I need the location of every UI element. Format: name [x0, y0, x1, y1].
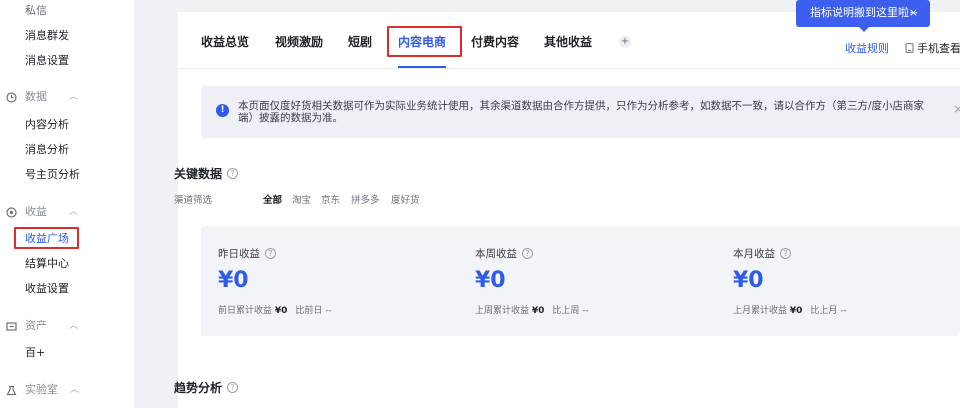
- tab-video-incentive[interactable]: 视频激励: [275, 34, 323, 50]
- card-value: ¥0: [475, 268, 506, 293]
- help-icon[interactable]: ?: [227, 168, 239, 179]
- phone-view-button[interactable]: 手机查看: [905, 40, 960, 56]
- card-label: 本周收益?: [475, 246, 533, 261]
- weekly-revenue-card: 本周收益? ¥0 上周累计收益 ¥0 比上周 --: [458, 226, 724, 336]
- sidebar-item-message-settings[interactable]: 消息设置: [25, 54, 69, 68]
- help-icon[interactable]: ?: [522, 248, 533, 259]
- info-icon: !: [216, 104, 229, 117]
- filter-taobao[interactable]: 淘宝: [292, 192, 311, 206]
- sidebar-item-content-analysis[interactable]: 内容分析: [25, 118, 69, 132]
- card-sub: 上月累计收益 ¥0 比上月 --: [733, 306, 847, 316]
- filter-jd[interactable]: 京东: [321, 192, 340, 206]
- sidebar-item-homepage-analysis[interactable]: 号主页分析: [25, 168, 80, 182]
- lab-icon: [5, 384, 17, 396]
- card-label: 本月收益?: [733, 246, 791, 261]
- clock-icon: [5, 91, 17, 103]
- sidebar-group-label: 数据: [25, 90, 47, 103]
- sidebar-group-assets[interactable]: 资产 ︿: [5, 319, 78, 333]
- main-panel: 收益总览 视频激励 短剧 内容电商 付费内容 其他收益 + 收益规则 手机查看 …: [174, 0, 960, 408]
- phone-icon: [905, 43, 914, 53]
- notice-text: 本页面仅度好货相关数据可作为实际业务统计使用，其余渠道数据由合作方提供，只作为分…: [238, 100, 925, 124]
- card-label: 昨日收益?: [218, 246, 276, 261]
- filter-all[interactable]: 全部: [263, 192, 282, 206]
- wallet-icon: [5, 320, 17, 332]
- sidebar-item-mass-message[interactable]: 消息群发: [25, 29, 69, 43]
- sidebar-item-settlement-center[interactable]: 结算中心: [25, 257, 69, 271]
- sidebar-item-private-message[interactable]: 私信: [25, 4, 47, 18]
- sidebar: 私信 消息群发 消息设置 数据 ︿ 内容分析 消息分析 号主页分析 收益 ︿ 收…: [0, 0, 134, 408]
- chevron-up-icon: ︿: [69, 207, 79, 217]
- active-tab-underline: [398, 66, 446, 68]
- revenue-rules-link[interactable]: 收益规则: [845, 40, 889, 56]
- tab-bar: 收益总览 视频激励 短剧 内容电商 付费内容 其他收益 + 收益规则 手机查看 …: [178, 0, 960, 69]
- sidebar-group-revenue[interactable]: 收益 ︿: [5, 205, 78, 219]
- metric-tooltip: 指标说明搬到这里啦~ ×: [796, 0, 930, 32]
- tab-paid-content[interactable]: 付费内容: [471, 34, 519, 50]
- chevron-up-icon: ︿: [69, 92, 79, 102]
- sidebar-group-label: 收益: [25, 205, 47, 218]
- filter-duhaohuo[interactable]: 度好货: [391, 192, 420, 206]
- yesterday-revenue-card: 昨日收益? ¥0 前日累计收益 ¥0 比前日 --: [201, 226, 467, 336]
- chevron-up-icon: ︿: [69, 321, 79, 331]
- chevron-up-icon: ︿: [70, 385, 80, 395]
- close-icon[interactable]: ×: [909, 0, 918, 26]
- key-data-title-text: 关键数据: [174, 167, 223, 181]
- sidebar-item-bai-plus[interactable]: 百+: [25, 346, 45, 360]
- channel-filter-label: 渠道筛选: [174, 195, 213, 206]
- highlight-box-sidebar: [14, 227, 79, 249]
- card-value: ¥0: [733, 268, 764, 293]
- card-value: ¥0: [218, 268, 249, 293]
- help-icon[interactable]: ?: [227, 382, 239, 393]
- filter-pinduoduo[interactable]: 拼多多: [351, 192, 380, 206]
- notice-banner: ! 本页面仅度好货相关数据可作为实际业务统计使用，其余渠道数据由合作方提供，只作…: [201, 86, 960, 138]
- card-sub: 上周累计收益 ¥0 比上周 --: [475, 306, 589, 316]
- trend-analysis-title: 趋势分析 ?: [174, 379, 239, 396]
- sidebar-group-label: 资产: [25, 319, 47, 332]
- highlight-box-tab: [387, 26, 462, 57]
- help-icon[interactable]: ?: [780, 248, 791, 259]
- tooltip-text: 指标说明搬到这里啦~: [810, 6, 919, 19]
- add-tab-button[interactable]: +: [619, 36, 631, 48]
- close-icon[interactable]: ×: [953, 102, 960, 116]
- tab-other-revenue[interactable]: 其他收益: [544, 34, 592, 50]
- tab-short-drama[interactable]: 短剧: [348, 34, 372, 50]
- sidebar-item-revenue-settings[interactable]: 收益设置: [25, 282, 69, 296]
- key-data-title: 关键数据 ?: [174, 165, 239, 182]
- tab-revenue-overview[interactable]: 收益总览: [201, 34, 249, 50]
- sidebar-group-label: 实验室: [25, 383, 58, 396]
- sidebar-group-lab[interactable]: 实验室 ︿: [5, 383, 79, 397]
- trend-analysis-title-text: 趋势分析: [174, 381, 223, 395]
- coin-icon: [5, 206, 17, 218]
- sidebar-group-data[interactable]: 数据 ︿: [5, 90, 78, 104]
- help-icon[interactable]: ?: [265, 248, 276, 259]
- sidebar-item-message-analysis[interactable]: 消息分析: [25, 143, 69, 157]
- monthly-revenue-card: 本月收益? ¥0 上月累计收益 ¥0 比上月 --: [716, 226, 960, 336]
- card-sub: 前日累计收益 ¥0 比前日 --: [218, 306, 332, 316]
- phone-view-label: 手机查看: [917, 42, 960, 55]
